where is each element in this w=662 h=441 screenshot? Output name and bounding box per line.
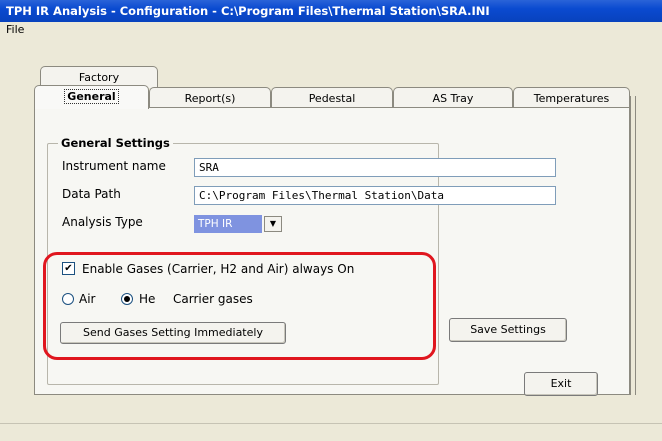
menu-bar: File [0,22,662,38]
save-settings-button[interactable]: Save Settings [449,318,567,342]
tab-general[interactable]: General [34,85,149,109]
panel-edge [630,96,636,395]
tab-temperatures[interactable]: Temperatures [513,87,630,109]
group-title: General Settings [58,136,173,150]
data-path-label: Data Path [62,187,121,201]
window-title: TPH IR Analysis - Configuration - C:\Pro… [0,0,662,22]
tab-pedestal[interactable]: Pedestal [271,87,393,109]
chevron-down-icon[interactable]: ▼ [264,216,282,232]
instrument-name-field[interactable]: SRA [194,158,556,177]
analysis-type-select[interactable]: TPH IR ▼ [194,215,286,233]
menu-file[interactable]: File [6,23,24,36]
instrument-name-label: Instrument name [62,159,166,173]
exit-button[interactable]: Exit [524,372,598,396]
status-bar [0,423,662,441]
analysis-type-label: Analysis Type [62,215,143,229]
data-path-field[interactable]: C:\Program Files\Thermal Station\Data [194,186,556,205]
tab-reports[interactable]: Report(s) [149,87,271,109]
analysis-type-value: TPH IR [194,215,262,233]
highlight-annotation [43,252,436,360]
tab-as-tray[interactable]: AS Tray [393,87,513,109]
